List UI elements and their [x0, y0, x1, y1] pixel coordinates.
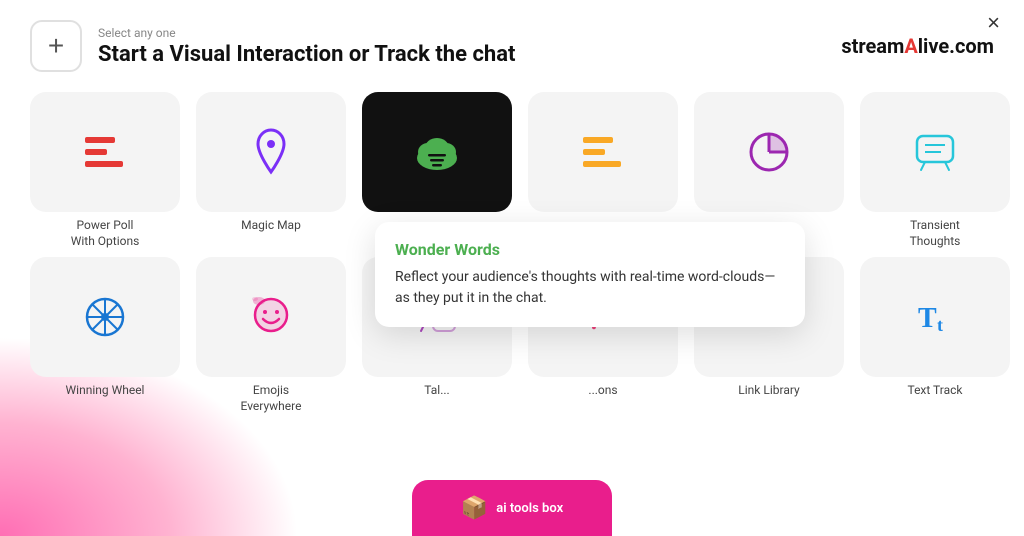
header-title: Start a Visual Interaction or Track the … — [98, 42, 841, 67]
card-winning-wheel[interactable] — [30, 257, 180, 377]
card-label-power-poll: Power PollWith Options — [71, 218, 140, 249]
card-wrapper-emojis: EmojisEverywhere — [196, 257, 346, 414]
tooltip-title: Wonder Words — [395, 240, 785, 259]
svg-text:t: t — [937, 315, 943, 335]
brand: streamAlive.com — [841, 34, 994, 58]
card-text-track[interactable]: T t — [860, 257, 1010, 377]
ai-tools-label: ai tools box — [496, 501, 563, 516]
pie-chart-icon — [747, 130, 791, 174]
card-wrapper-power-poll: Power PollWith Options — [30, 92, 180, 249]
tooltip-description: Reflect your audience's thoughts with re… — [395, 267, 785, 309]
card-label-link-library: Link Library — [738, 383, 799, 399]
header-text: Select any one Start a Visual Interactio… — [98, 26, 841, 67]
svg-text:T: T — [918, 303, 937, 334]
plus-icon: + — [48, 30, 64, 62]
card-label-winning-wheel: Winning Wheel — [66, 383, 145, 399]
transient-thoughts-icon — [913, 130, 957, 174]
card-wonder-words[interactable] — [362, 92, 512, 212]
magic-map-icon — [251, 128, 291, 176]
ai-tools-bar[interactable]: 📦 ai tools box — [412, 480, 612, 536]
header: + Select any one Start a Visual Interact… — [0, 0, 1024, 82]
card-label-text-track: Text Track — [907, 383, 962, 399]
card-wrapper-magic-map: Magic Map — [196, 92, 346, 249]
add-button[interactable]: + — [30, 20, 82, 72]
power-poll-icon — [80, 132, 130, 172]
brand-live: live.com — [918, 34, 994, 58]
emojis-icon — [249, 293, 293, 341]
header-subtitle: Select any one — [98, 26, 841, 40]
card-label-emojis: EmojisEverywhere — [241, 383, 302, 414]
wonder-words-tooltip: Wonder Words Reflect your audience's tho… — [375, 222, 805, 327]
card-wrapper-transient-thoughts: TransientThoughts — [860, 92, 1010, 249]
card-wrapper-text-track: T t Text Track — [860, 257, 1010, 414]
card-power-poll[interactable] — [30, 92, 180, 212]
card-label-transient-thoughts: TransientThoughts — [910, 218, 961, 249]
card-pie-chart[interactable] — [694, 92, 844, 212]
card-transient-thoughts[interactable] — [860, 92, 1010, 212]
card-magic-map[interactable] — [196, 92, 346, 212]
ai-tools-icon: 📦 — [461, 496, 488, 521]
main-content: Power PollWith Options Magic Map — [0, 82, 1024, 432]
winning-wheel-icon — [83, 295, 127, 339]
card-winning-streaks[interactable] — [528, 92, 678, 212]
card-label-magic-map: Magic Map — [241, 218, 301, 234]
text-track-icon: T t — [913, 295, 957, 339]
winning-streaks-icon — [578, 132, 628, 172]
card-label-ask: ...ons — [588, 383, 617, 399]
brand-a: A — [904, 34, 917, 58]
wonder-words-icon — [410, 130, 464, 174]
brand-stream: stream — [841, 34, 904, 58]
card-wrapper-winning-wheel: Winning Wheel — [30, 257, 180, 414]
card-emojis[interactable] — [196, 257, 346, 377]
card-label-talk: Tal... — [424, 383, 449, 399]
